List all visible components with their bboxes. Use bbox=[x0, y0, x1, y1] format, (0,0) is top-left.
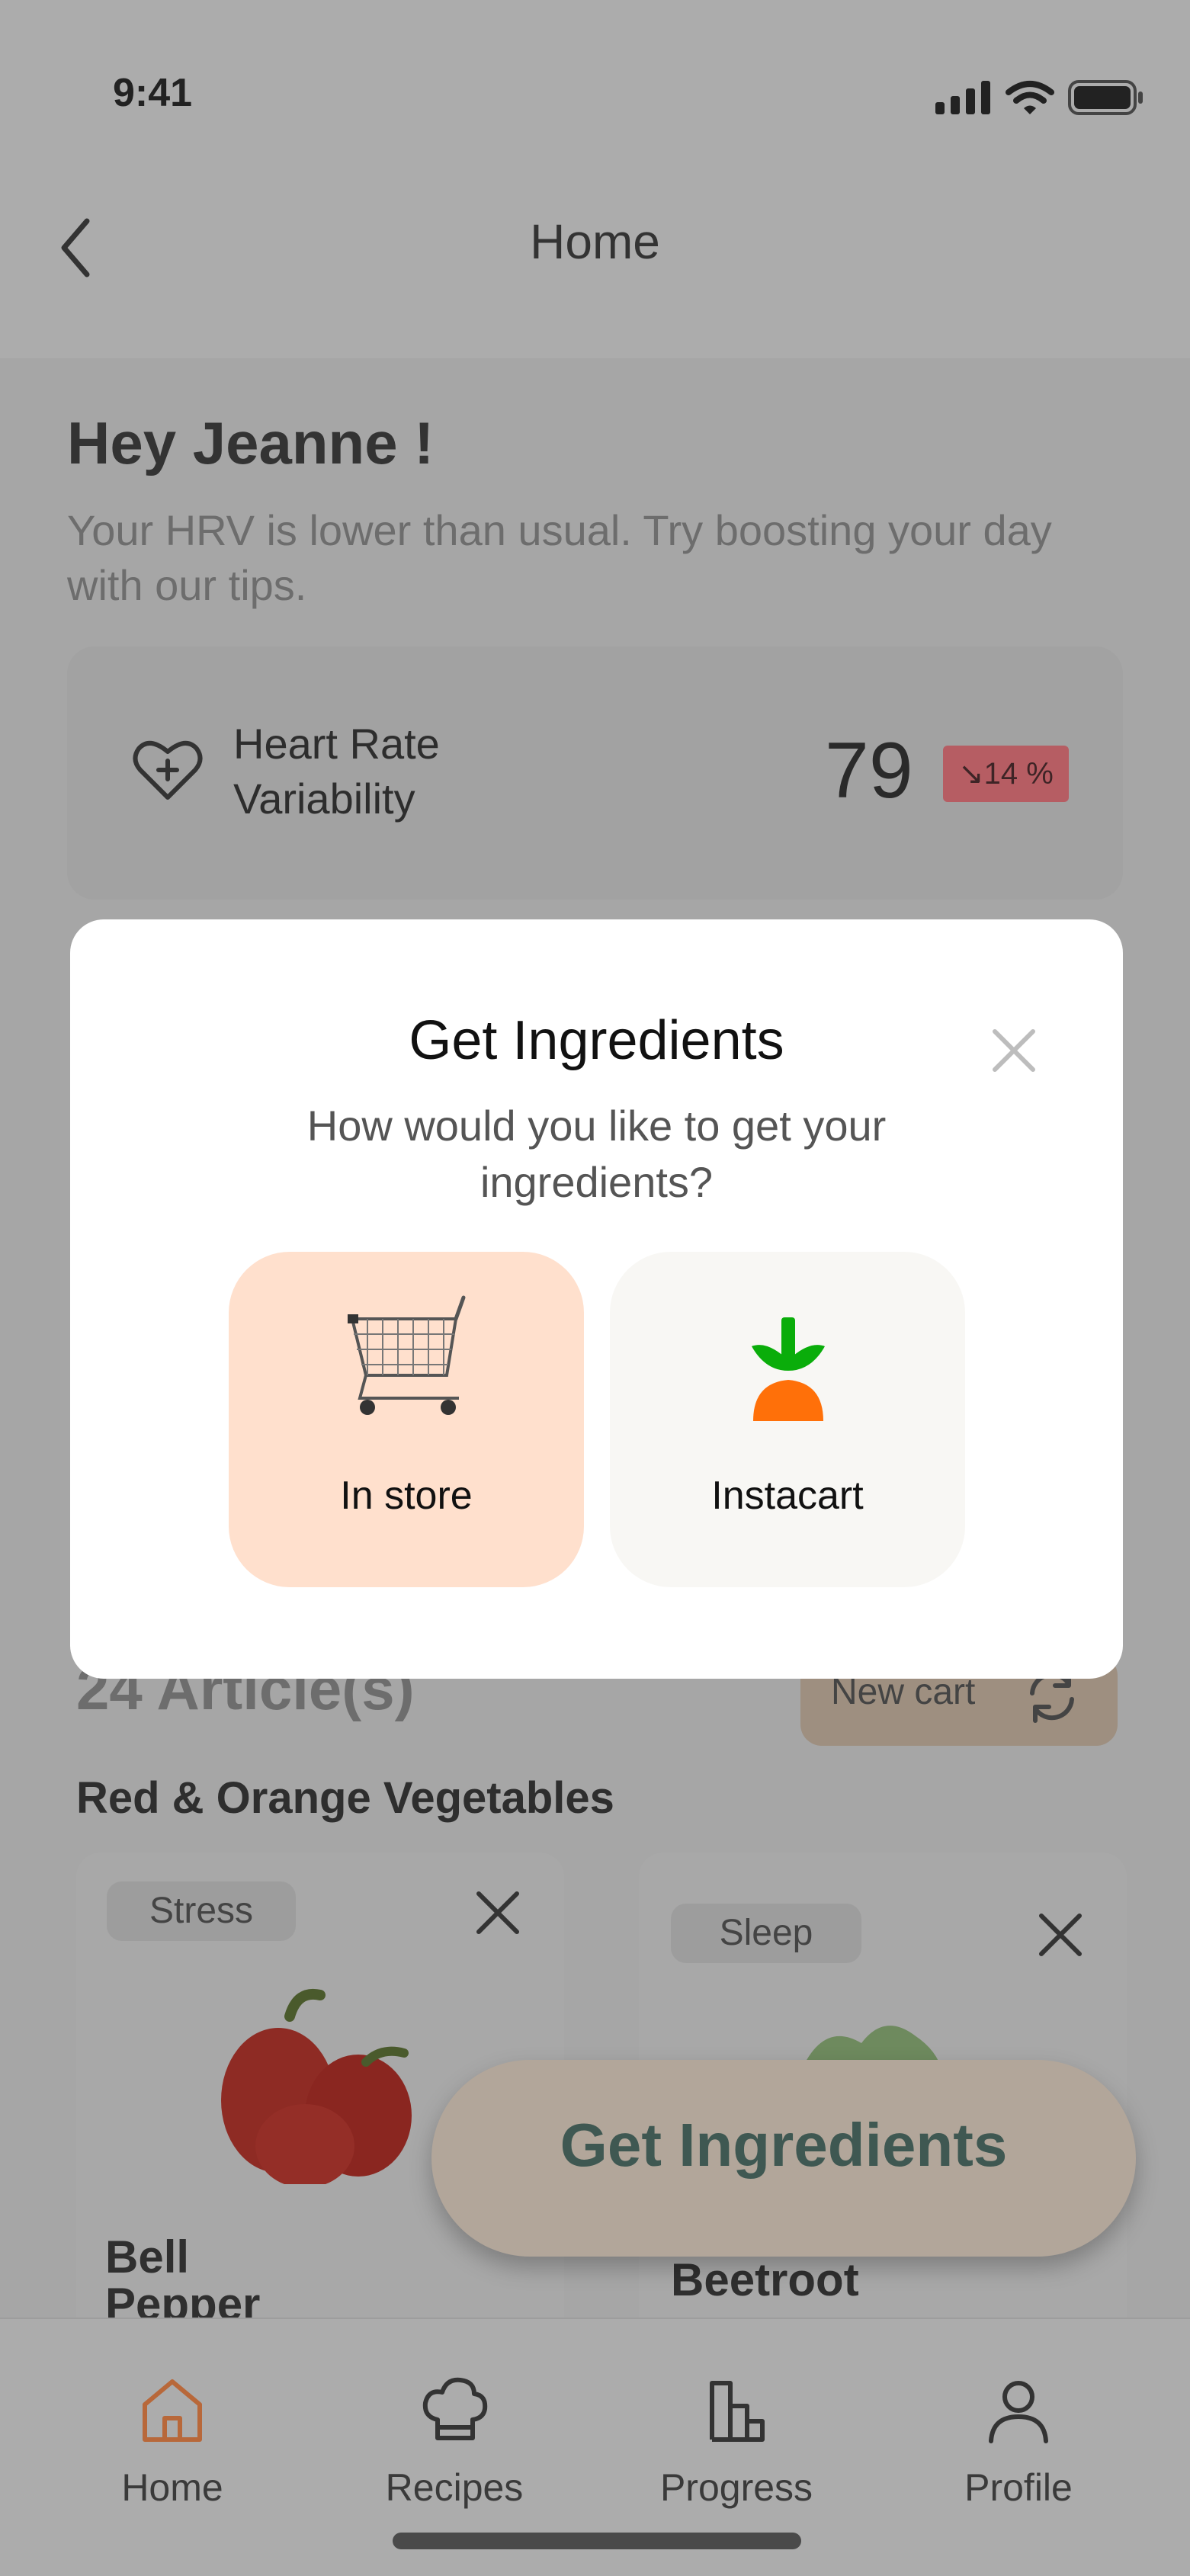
vegetable-name: Bell Pepper bbox=[105, 2234, 261, 2318]
close-icon[interactable] bbox=[987, 1024, 1041, 1077]
instacart-carrot-icon bbox=[752, 1317, 825, 1421]
tab-label: Progress bbox=[659, 2466, 813, 2509]
status-icons bbox=[935, 80, 1144, 115]
hrv-value: 79 bbox=[825, 727, 913, 815]
option-label: Instacart bbox=[711, 1474, 864, 1518]
nav-header bbox=[0, 0, 1190, 358]
tab-recipes[interactable]: Recipes bbox=[355, 2372, 553, 2510]
get-ingredients-fab-label: Get Ingredients bbox=[560, 2111, 1008, 2179]
tab-home[interactable]: Home bbox=[73, 2372, 271, 2510]
signal-icon bbox=[935, 81, 990, 114]
tab-profile[interactable]: Profile bbox=[919, 2372, 1118, 2510]
instacart-option[interactable]: Instacart bbox=[610, 1252, 965, 1587]
hrv-change-badge: ↘14 % bbox=[943, 746, 1069, 802]
section-title: Red & Orange Vegetables bbox=[76, 1773, 614, 1823]
hrv-label: Heart Rate Variability bbox=[233, 720, 440, 823]
modal-title: Get Ingredients bbox=[409, 1010, 784, 1071]
greeting-subtitle: Your HRV is lower than usual. Try boosti… bbox=[67, 506, 1052, 609]
close-icon[interactable] bbox=[471, 1886, 524, 1939]
vegetable-tag: Stress bbox=[107, 1881, 296, 1941]
modal-subtitle: How would you like to get your ingredien… bbox=[306, 1102, 887, 1206]
status-time: 9:41 bbox=[113, 71, 193, 115]
user-icon bbox=[989, 2381, 1048, 2443]
vegetable-tag: Sleep bbox=[671, 1904, 861, 1963]
shopping-cart-icon bbox=[348, 1295, 466, 1415]
home-indicator bbox=[393, 2533, 801, 2549]
bell-pepper-image bbox=[221, 1988, 412, 2184]
option-label: In store bbox=[340, 1474, 473, 1518]
in-store-option[interactable]: In store bbox=[229, 1252, 584, 1587]
wifi-icon bbox=[1006, 81, 1054, 114]
tab-progress[interactable]: Progress bbox=[637, 2372, 836, 2510]
tab-label: Profile bbox=[964, 2466, 1073, 2509]
greeting-title: Hey Jeanne ! bbox=[67, 409, 435, 476]
heart-plus-icon bbox=[133, 741, 203, 800]
page-title: Home bbox=[530, 214, 660, 269]
vegetable-name: Beetroot bbox=[671, 2257, 859, 2305]
home-icon bbox=[143, 2379, 202, 2442]
bar-chart-icon bbox=[710, 2381, 765, 2442]
battery-icon bbox=[1068, 80, 1143, 115]
tab-label: Recipes bbox=[385, 2466, 524, 2509]
close-icon[interactable] bbox=[1034, 1908, 1087, 1962]
tab-label: Home bbox=[121, 2466, 223, 2509]
chef-hat-icon bbox=[422, 2377, 488, 2440]
